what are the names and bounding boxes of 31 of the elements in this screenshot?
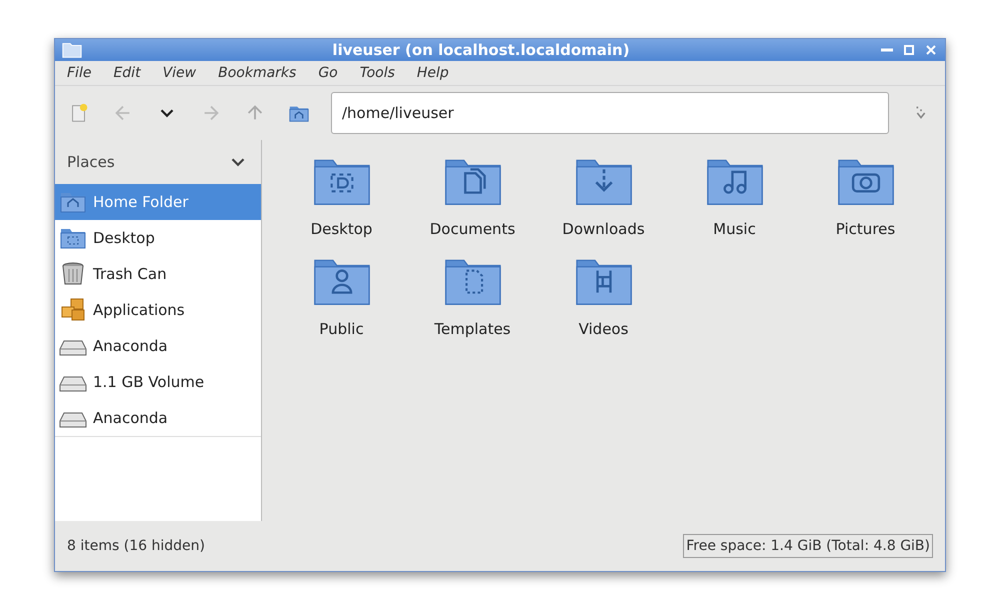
sidebar-title: Places bbox=[67, 153, 115, 171]
folder-label[interactable]: Templates bbox=[434, 320, 511, 338]
boxes-icon bbox=[59, 298, 87, 322]
menu-item[interactable]: Bookmarks bbox=[218, 65, 296, 81]
folder-label[interactable]: Videos bbox=[578, 320, 628, 338]
item-count: 8 items (16 hidden) bbox=[67, 538, 205, 554]
folder-label[interactable]: Music bbox=[713, 220, 756, 238]
sidebar-item[interactable]: Applications bbox=[55, 292, 261, 328]
free-space: Free space: 1.4 GiB (Total: 4.8 GiB) bbox=[683, 534, 933, 558]
sidebar-item[interactable]: 1.1 GB Volume bbox=[55, 364, 261, 400]
menu-item[interactable]: Go bbox=[318, 65, 338, 81]
folder-icon bbox=[59, 226, 87, 250]
menu-item[interactable]: Edit bbox=[113, 65, 141, 81]
sidebar-item[interactable]: Trash Can bbox=[55, 256, 261, 292]
menu-item[interactable]: Help bbox=[416, 65, 449, 81]
home-folder-icon bbox=[59, 190, 87, 214]
minimize-icon bbox=[881, 48, 893, 52]
sidebar-item[interactable]: Anaconda bbox=[55, 400, 261, 436]
folder-label[interactable]: Pictures bbox=[836, 220, 896, 238]
sidebar-item[interactable]: Home Folder bbox=[55, 184, 261, 220]
location-field[interactable]: /home/liveuser bbox=[331, 92, 889, 134]
menu-item[interactable]: Tools bbox=[360, 65, 395, 81]
folder-label[interactable]: Desktop bbox=[310, 220, 372, 238]
menu-item[interactable]: File bbox=[67, 65, 92, 81]
folder-label[interactable]: Documents bbox=[430, 220, 516, 238]
sidebar-item[interactable]: Anaconda bbox=[55, 328, 261, 364]
folder-label[interactable]: Public bbox=[319, 320, 364, 338]
window-title: liveuser (on localhost.localdomain) bbox=[331, 41, 631, 59]
folder-label[interactable]: Downloads bbox=[562, 220, 645, 238]
sidebar-item[interactable]: Desktop bbox=[55, 220, 261, 256]
menu-item[interactable]: View bbox=[162, 65, 196, 81]
